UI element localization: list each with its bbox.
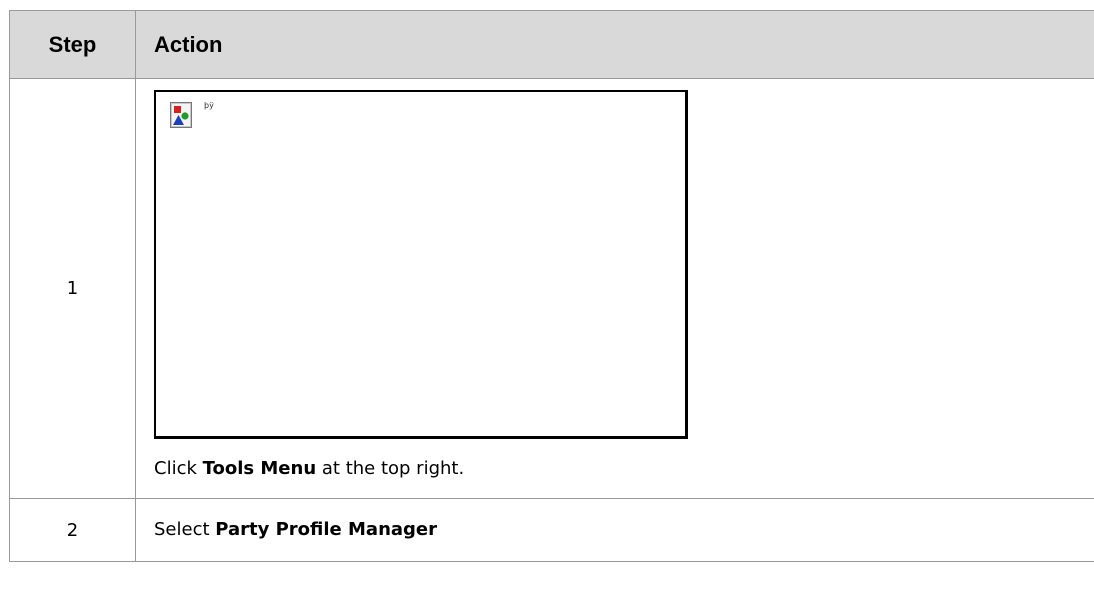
table-header-row: Step Action xyxy=(9,10,1094,79)
menu-item-name: Party Profile Manager xyxy=(215,519,438,540)
menu-name: Tools Menu xyxy=(202,458,317,479)
table-row: 2 Select Party Profile Manager xyxy=(9,498,1094,562)
procedure-table: Step Action 1 þÿ Click Tools Menu at the… xyxy=(9,10,1094,562)
action-column-header: Action xyxy=(135,10,1094,79)
image-alt-text: þÿ xyxy=(204,101,214,110)
step-instruction: Select Party Profile Manager xyxy=(154,519,438,540)
step-column-header: Step xyxy=(9,10,136,79)
table-row: 1 þÿ Click Tools Menu at the top right. xyxy=(9,78,1094,499)
broken-image-icon xyxy=(170,102,192,128)
action-cell: Select Party Profile Manager xyxy=(135,498,1094,562)
step-number: 1 xyxy=(9,78,136,499)
screenshot-placeholder: þÿ xyxy=(154,90,688,439)
action-cell: þÿ Click Tools Menu at the top right. xyxy=(135,78,1094,499)
step-instruction: Click Tools Menu at the top right. xyxy=(154,458,465,479)
step-number: 2 xyxy=(9,498,136,562)
